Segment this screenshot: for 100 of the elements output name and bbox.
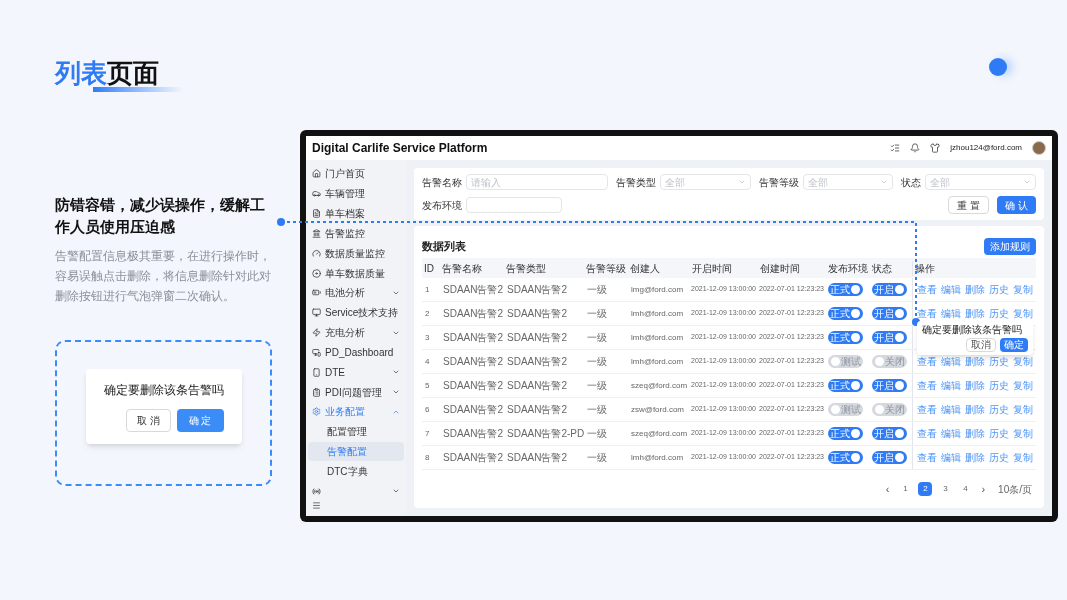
page-button[interactable]: 1 (898, 482, 913, 496)
page-button[interactable]: 2 (918, 482, 933, 496)
toggle-switch[interactable]: 正式 (828, 307, 863, 320)
menu-icon[interactable] (312, 501, 321, 510)
avatar[interactable] (1032, 141, 1046, 155)
sidebar-item[interactable]: Service技术支持 (306, 302, 406, 323)
action-link[interactable]: 复制 (1013, 378, 1033, 393)
action-link[interactable]: 删除 (965, 354, 985, 369)
action-link[interactable]: 复制 (1013, 306, 1033, 321)
action-link[interactable]: 删除 (965, 450, 985, 465)
table-cell-text: 5 (424, 379, 431, 392)
next-page-button[interactable]: › (978, 480, 989, 498)
sidebar-item[interactable]: 告警监控 (306, 223, 406, 244)
menu-item-icon (312, 486, 321, 496)
action-link[interactable]: 复制 (1013, 450, 1033, 465)
sidebar-item[interactable]: 车辆管理 (306, 183, 406, 204)
toggle-switch[interactable]: 正式 (828, 379, 863, 392)
action-link[interactable]: 历史 (989, 306, 1009, 321)
toggle-switch[interactable]: 开启 (872, 451, 907, 464)
filter-label: 状态 (901, 175, 922, 190)
toggle-switch[interactable]: 正式 (828, 427, 863, 440)
toggle-switch[interactable]: 关闭 (872, 355, 907, 368)
toggle-switch[interactable]: 测试 (828, 403, 863, 416)
sidebar-item[interactable]: 电池分析 (306, 282, 406, 303)
action-link[interactable]: 历史 (989, 354, 1009, 369)
menu-item-icon (312, 248, 321, 258)
sidebar-item[interactable]: 单车数据质量 (306, 263, 406, 283)
action-link[interactable]: 复制 (1013, 354, 1033, 369)
confirm-button[interactable]: 确 定 (176, 408, 224, 432)
action-link[interactable]: 删除 (965, 282, 985, 297)
action-link[interactable]: 查看 (917, 306, 937, 321)
table-cell-text: lmg@ford.com (630, 283, 685, 296)
confirm-button[interactable]: 确定 (1000, 338, 1028, 352)
action-link[interactable]: 历史 (989, 282, 1009, 297)
previous-page-button[interactable]: ‹ (882, 480, 893, 498)
reset-button[interactable]: 重 置 (948, 196, 990, 214)
table-cell-text: SDAAN告警2 (506, 355, 568, 369)
toggle-switch[interactable]: 开启 (872, 283, 907, 296)
table-cell-text: 6 (424, 403, 431, 416)
sidebar-item[interactable]: 门户首页 (306, 164, 406, 184)
cancel-button[interactable]: 取 消 (125, 408, 171, 432)
menu-item-icon (312, 189, 321, 199)
action-link[interactable]: 查看 (917, 426, 937, 441)
sidebar-item[interactable]: PDI问题管理 (306, 382, 406, 402)
action-link[interactable]: 历史 (989, 450, 1009, 465)
toggle-switch[interactable]: 正式 (828, 331, 863, 344)
notification-icon[interactable] (910, 143, 921, 153)
table-cell-text: 一级 (586, 403, 608, 417)
page-button[interactable]: 3 (938, 482, 953, 496)
toggle-switch[interactable]: 正式 (828, 283, 863, 296)
action-link[interactable]: 编辑 (941, 426, 961, 441)
submit-button[interactable]: 确 认 (997, 196, 1036, 214)
toggle-switch[interactable]: 测试 (828, 355, 863, 368)
toggle-switch[interactable]: 正式 (828, 451, 863, 464)
toggle-switch[interactable]: 关闭 (872, 403, 907, 416)
menu-item-icon (312, 209, 321, 219)
add-rule-button[interactable]: 添加规则 (984, 237, 1036, 255)
action-link[interactable]: 删除 (965, 426, 985, 441)
filter-input[interactable] (466, 197, 562, 213)
action-link[interactable]: 删除 (965, 378, 985, 393)
action-link[interactable]: 复制 (1013, 402, 1033, 417)
sidebar-item[interactable]: DTE (306, 362, 406, 383)
action-link[interactable]: 查看 (917, 402, 937, 417)
action-link[interactable]: 编辑 (941, 402, 961, 417)
page-size-select[interactable]: 10条/页 (994, 481, 1036, 497)
shirt-icon[interactable] (930, 143, 941, 153)
cancel-button[interactable]: 取消 (966, 338, 996, 352)
chevron-down-icon (737, 178, 746, 186)
action-link[interactable]: 查看 (917, 354, 937, 369)
toggle-switch[interactable]: 开启 (872, 427, 907, 440)
action-link[interactable]: 编辑 (941, 306, 961, 321)
toggle-switch[interactable]: 开启 (872, 307, 907, 320)
toggle-switch[interactable]: 开启 (872, 379, 907, 392)
action-link[interactable]: 复制 (1013, 426, 1033, 441)
action-link[interactable]: 复制 (1013, 282, 1033, 297)
action-link[interactable]: 历史 (989, 402, 1009, 417)
action-link[interactable]: 查看 (917, 450, 937, 465)
action-link[interactable]: 历史 (989, 426, 1009, 441)
sidebar-item[interactable]: 业务配置 (306, 401, 406, 422)
action-link[interactable]: 编辑 (941, 354, 961, 369)
sidebar-item[interactable]: PD_Dashboard (306, 342, 406, 363)
action-link[interactable]: 编辑 (941, 282, 961, 297)
page-button[interactable]: 4 (958, 482, 973, 496)
table-cell-text: SDAAN告警2 (506, 451, 568, 465)
action-link[interactable]: 删除 (965, 402, 985, 417)
sidebar-subitem[interactable]: 配置管理 (308, 421, 404, 442)
toggle-switch[interactable]: 开启 (872, 331, 907, 344)
action-link[interactable]: 删除 (965, 306, 985, 321)
action-link[interactable]: 历史 (989, 378, 1009, 393)
sidebar-item[interactable]: 单车档案 (306, 203, 406, 224)
sidebar-item[interactable]: 数据质量监控 (306, 243, 406, 264)
sidebar-subitem[interactable]: 告警配置 (308, 441, 404, 462)
app-title: Digital Carlife Service Platform (312, 140, 488, 157)
sidebar-subitem[interactable]: DTC字典 (308, 461, 404, 482)
action-link[interactable]: 编辑 (941, 378, 961, 393)
sidebar-item[interactable]: 充电分析 (306, 322, 406, 343)
action-link[interactable]: 查看 (917, 378, 937, 393)
action-link[interactable]: 编辑 (941, 450, 961, 465)
list-icon[interactable] (890, 143, 901, 153)
action-link[interactable]: 查看 (917, 282, 937, 297)
